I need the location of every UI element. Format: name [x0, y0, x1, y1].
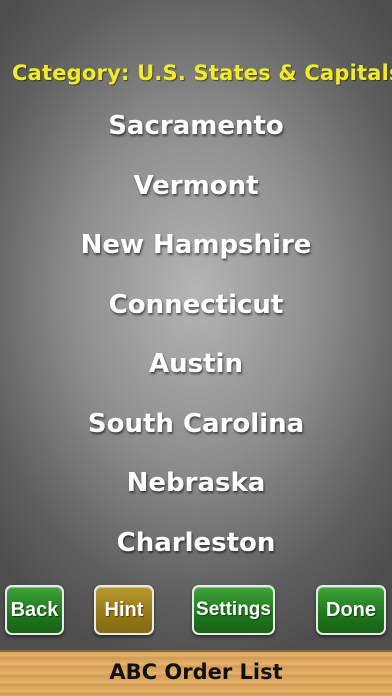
back-button[interactable]: Back	[5, 585, 64, 635]
footer-bar: ABC Order List	[0, 650, 392, 696]
done-button[interactable]: Done	[316, 585, 386, 635]
word-item[interactable]: South Carolina	[0, 399, 392, 459]
footer-title: ABC Order List	[109, 660, 283, 684]
word-item[interactable]: Austin	[0, 339, 392, 399]
word-item[interactable]: Vermont	[0, 161, 392, 221]
word-item[interactable]: Charleston	[0, 518, 392, 578]
word-item[interactable]: Connecticut	[0, 280, 392, 340]
word-list: Sacramento Vermont New Hampshire Connect…	[0, 101, 392, 577]
word-item[interactable]: New Hampshire	[0, 220, 392, 280]
word-item[interactable]: Sacramento	[0, 101, 392, 161]
settings-button[interactable]: Settings	[192, 585, 275, 635]
hint-button[interactable]: Hint	[94, 585, 154, 635]
game-screen: Category: U.S. States & Capitals Sacrame…	[0, 0, 392, 696]
word-item[interactable]: Nebraska	[0, 458, 392, 518]
category-label: Category: U.S. States & Capitals	[12, 61, 392, 85]
